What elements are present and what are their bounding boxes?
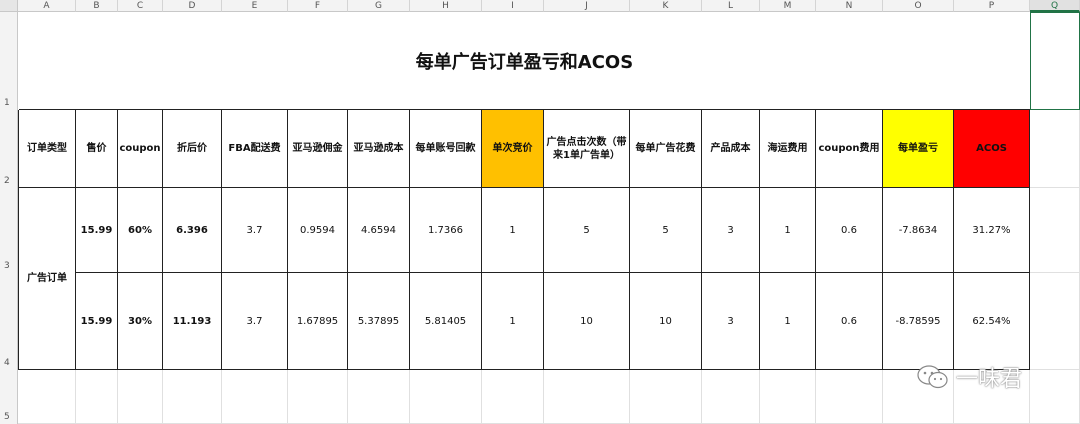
column-header-i[interactable]: I	[482, 0, 544, 12]
column-header-d[interactable]: D	[163, 0, 222, 12]
empty-cell[interactable]	[1030, 188, 1080, 273]
cell-ad-clicks[interactable]: 10	[544, 273, 630, 370]
header-order-type[interactable]: 订单类型	[18, 110, 76, 188]
cell-product-cost[interactable]: 3	[702, 273, 760, 370]
cell-price[interactable]: 15.99	[76, 188, 118, 273]
cell-amazon-cost[interactable]: 4.6594	[348, 188, 410, 273]
header-amazon-cost[interactable]: 亚马逊成本	[348, 110, 410, 188]
header-bid[interactable]: 单次竞价	[482, 110, 544, 188]
header-product-cost[interactable]: 产品成本	[702, 110, 760, 188]
cell-profit-per-order[interactable]: -8.78595	[883, 273, 954, 370]
column-header-c[interactable]: C	[118, 0, 163, 12]
column-header-m[interactable]: M	[760, 0, 816, 12]
cell-bid[interactable]: 1	[482, 188, 544, 273]
header-ad-clicks[interactable]: 广告点击次数（带来1单广告单）	[544, 110, 630, 188]
header-ad-spend[interactable]: 每单广告花费	[630, 110, 702, 188]
column-header-h[interactable]: H	[410, 0, 482, 12]
cell-ad-clicks[interactable]: 5	[544, 188, 630, 273]
cell-price[interactable]: 15.99	[76, 273, 118, 370]
row-header-5[interactable]: 5	[0, 370, 18, 424]
empty-cell[interactable]	[630, 370, 702, 424]
cell-coupon-fee[interactable]: 0.6	[816, 188, 883, 273]
column-header-j[interactable]: J	[544, 0, 630, 12]
header-coupon[interactable]: coupon	[118, 110, 163, 188]
cell-coupon[interactable]: 30%	[118, 273, 163, 370]
header-amazon-commission[interactable]: 亚马逊佣金	[288, 110, 348, 188]
cell-fba-fee[interactable]: 3.7	[222, 188, 288, 273]
merged-cell-ad-order[interactable]: 广告订单	[18, 188, 76, 370]
cell-coupon[interactable]: 60%	[118, 188, 163, 273]
cell-amazon-commission[interactable]: 0.9594	[288, 188, 348, 273]
row-header-3[interactable]: 3	[0, 188, 18, 273]
column-header-p[interactable]: P	[954, 0, 1030, 12]
empty-cell[interactable]	[222, 370, 288, 424]
row-header-1[interactable]: 1	[0, 12, 18, 110]
cell-discount-price[interactable]: 11.193	[163, 273, 222, 370]
column-header-n[interactable]: N	[816, 0, 883, 12]
empty-cell[interactable]	[760, 370, 816, 424]
empty-cell[interactable]	[118, 370, 163, 424]
empty-cell[interactable]	[1030, 370, 1080, 424]
header-account-payout[interactable]: 每单账号回款	[410, 110, 482, 188]
cell-product-cost[interactable]: 3	[702, 188, 760, 273]
row-header-4[interactable]: 4	[0, 273, 18, 370]
cell-discount-price[interactable]: 6.396	[163, 188, 222, 273]
empty-cell[interactable]	[348, 370, 410, 424]
cell-ad-spend[interactable]: 5	[630, 188, 702, 273]
empty-cell[interactable]	[702, 370, 760, 424]
cell-account-payout[interactable]: 5.81405	[410, 273, 482, 370]
watermark-text: 一味君	[956, 367, 1023, 392]
empty-cell[interactable]	[288, 370, 348, 424]
empty-cell[interactable]	[76, 370, 118, 424]
empty-cell[interactable]	[18, 370, 76, 424]
column-header-l[interactable]: L	[702, 0, 760, 12]
cell-shipping-cost[interactable]: 1	[760, 188, 816, 273]
sheet-title[interactable]: 每单广告订单盈亏和ACOS	[19, 13, 1030, 110]
header-profit-per-order[interactable]: 每单盈亏	[883, 110, 954, 188]
column-header-b[interactable]: B	[76, 0, 118, 12]
row-header-2[interactable]: 2	[0, 110, 18, 188]
cell-acos[interactable]: 31.27%	[954, 188, 1030, 273]
selected-cell-q1[interactable]	[1030, 12, 1080, 110]
cell-ad-spend[interactable]: 10	[630, 273, 702, 370]
spreadsheet: A B C D E F G H I J K L M N O P Q 1 2 3 …	[0, 0, 1080, 424]
column-header-q[interactable]: Q	[1030, 0, 1080, 12]
column-header-e[interactable]: E	[222, 0, 288, 12]
empty-cell[interactable]	[482, 370, 544, 424]
column-header-o[interactable]: O	[883, 0, 954, 12]
empty-cell[interactable]	[163, 370, 222, 424]
header-coupon-fee[interactable]: coupon费用	[816, 110, 883, 188]
column-header-k[interactable]: K	[630, 0, 702, 12]
column-header-f[interactable]: F	[288, 0, 348, 12]
column-header-g[interactable]: G	[348, 0, 410, 12]
wechat-icon	[917, 365, 948, 389]
empty-cell[interactable]	[544, 370, 630, 424]
header-acos[interactable]: ACOS	[954, 110, 1030, 188]
empty-cell[interactable]	[410, 370, 482, 424]
cell-profit-per-order[interactable]: -7.8634	[883, 188, 954, 273]
cell-shipping-cost[interactable]: 1	[760, 273, 816, 370]
watermark: 一味君	[916, 362, 1022, 392]
cell-fba-fee[interactable]: 3.7	[222, 273, 288, 370]
cell-acos[interactable]: 62.54%	[954, 273, 1030, 370]
empty-cell[interactable]	[1030, 110, 1080, 188]
header-fba-fee[interactable]: FBA配送费	[222, 110, 288, 188]
header-shipping-cost[interactable]: 海运费用	[760, 110, 816, 188]
select-all-corner[interactable]	[0, 0, 18, 12]
empty-cell[interactable]	[1030, 273, 1080, 370]
header-price[interactable]: 售价	[76, 110, 118, 188]
column-header-a[interactable]: A	[18, 0, 76, 12]
cell-account-payout[interactable]: 1.7366	[410, 188, 482, 273]
cell-coupon-fee[interactable]: 0.6	[816, 273, 883, 370]
cell-amazon-commission[interactable]: 1.67895	[288, 273, 348, 370]
cell-bid[interactable]: 1	[482, 273, 544, 370]
header-discount-price[interactable]: 折后价	[163, 110, 222, 188]
cell-amazon-cost[interactable]: 5.37895	[348, 273, 410, 370]
empty-cell[interactable]	[816, 370, 883, 424]
